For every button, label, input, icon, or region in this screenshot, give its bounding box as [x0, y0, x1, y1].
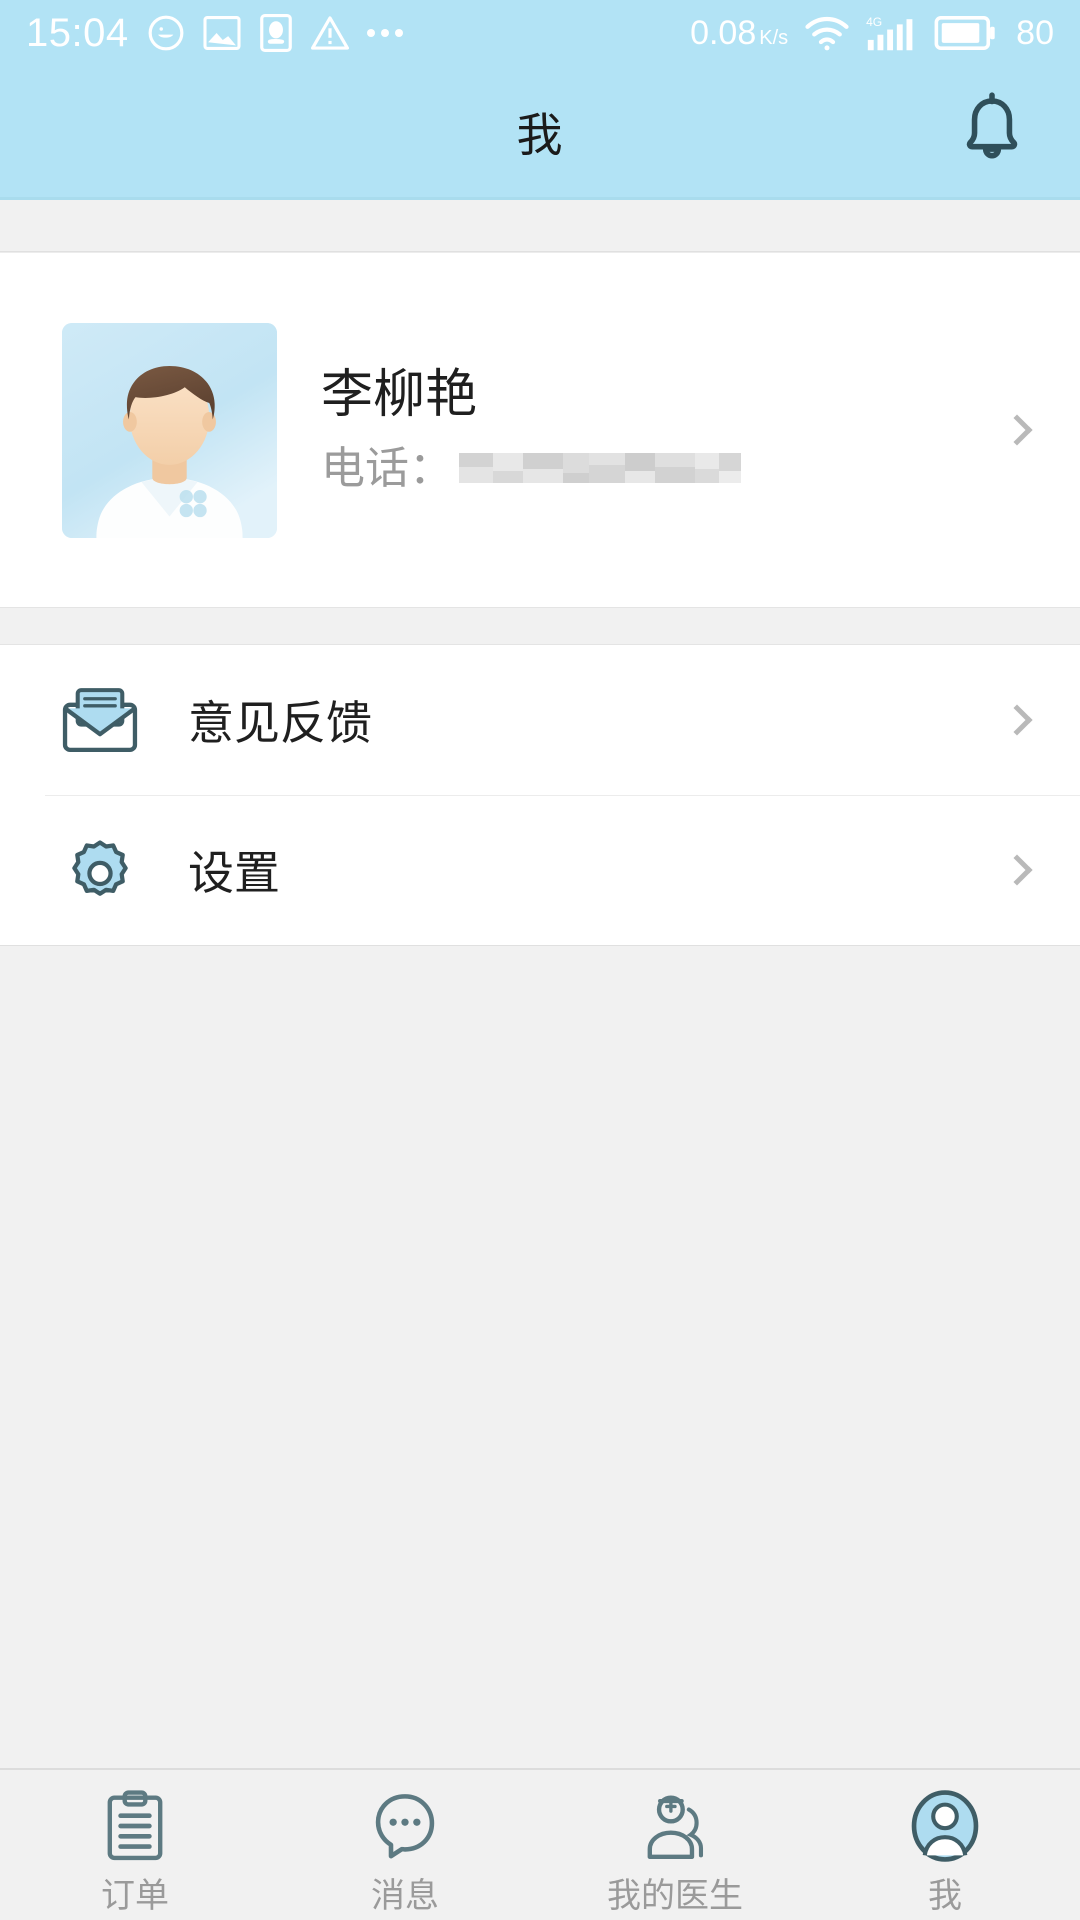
emoji-smiley-icon: [147, 14, 185, 52]
section-gap-middle: [0, 607, 1080, 645]
profile-person-icon: [902, 1783, 988, 1869]
status-bar-right: 0.08 K/s 4G 80: [690, 14, 1054, 53]
chevron-right-icon: [1001, 704, 1033, 736]
content-empty-area: [0, 946, 1080, 1770]
notification-bell-icon: [957, 92, 1027, 171]
menu-list: 意见反馈 设置: [0, 645, 1080, 946]
tab-profile[interactable]: 我: [810, 1770, 1080, 1920]
menu-item-label: 意见反馈: [188, 697, 372, 749]
tab-label: 我: [928, 1877, 962, 1915]
profile-phone-row: 电话：: [321, 447, 741, 491]
tab-label: 订单: [101, 1877, 169, 1915]
page-title: 我: [516, 108, 564, 161]
battery-percent: 80: [1016, 13, 1054, 52]
status-bar: 15:04 0.08 K/s 4G 80: [0, 0, 1080, 66]
battery-icon: [934, 16, 996, 50]
avatar: [62, 322, 277, 538]
more-dots-icon: [366, 29, 403, 37]
wifi-icon: [804, 15, 850, 51]
image-icon: [203, 16, 241, 50]
tab-my-doctor[interactable]: 我的医生: [540, 1770, 810, 1920]
bottom-tab-bar: 订单 消息 我的医生 我: [0, 1768, 1080, 1920]
section-gap-top: [0, 200, 1080, 252]
network-speed-value: 0.08: [690, 13, 757, 52]
menu-item-feedback[interactable]: 意见反馈: [0, 645, 1080, 795]
app-header: 我: [0, 66, 1080, 200]
network-speed: 0.08 K/s: [690, 14, 788, 53]
signal-bars-icon: 4G: [866, 14, 918, 52]
gear-settings-icon: [62, 832, 138, 908]
profile-card[interactable]: 李柳艳 电话：: [0, 252, 1080, 607]
chevron-right-icon: [1001, 854, 1033, 886]
qq-penguin-icon: [259, 14, 293, 52]
status-time: 15:04: [26, 10, 129, 55]
status-bar-left: 15:04: [26, 11, 403, 56]
menu-item-label: 设置: [188, 847, 280, 899]
notification-bell-button[interactable]: [944, 84, 1040, 180]
my-doctor-icon: [632, 1783, 718, 1869]
svg-text:4G: 4G: [866, 15, 882, 29]
menu-item-settings[interactable]: 设置: [0, 795, 1080, 945]
clipboard-order-icon: [92, 1783, 178, 1869]
chevron-right-icon: [1001, 414, 1033, 446]
envelope-feedback-icon: [62, 682, 138, 758]
app-screen: 15:04 0.08 K/s 4G 80 我 李柳艳 电话： 意见反馈 设置 订…: [0, 0, 1080, 1920]
profile-phone-masked-value: [459, 449, 741, 489]
tab-orders[interactable]: 订单: [0, 1770, 270, 1920]
profile-name: 李柳艳: [321, 366, 478, 424]
tab-messages[interactable]: 消息: [270, 1770, 540, 1920]
warning-triangle-icon: [310, 15, 349, 51]
profile-phone-label: 电话：: [321, 444, 453, 493]
tab-label: 我的医生: [607, 1877, 743, 1915]
profile-chevron-area[interactable]: [960, 253, 1080, 607]
profile-text: 李柳艳 电话：: [321, 369, 741, 491]
tab-label: 消息: [371, 1877, 439, 1915]
message-bubble-icon: [362, 1783, 448, 1869]
network-speed-unit: K/s: [759, 26, 789, 49]
